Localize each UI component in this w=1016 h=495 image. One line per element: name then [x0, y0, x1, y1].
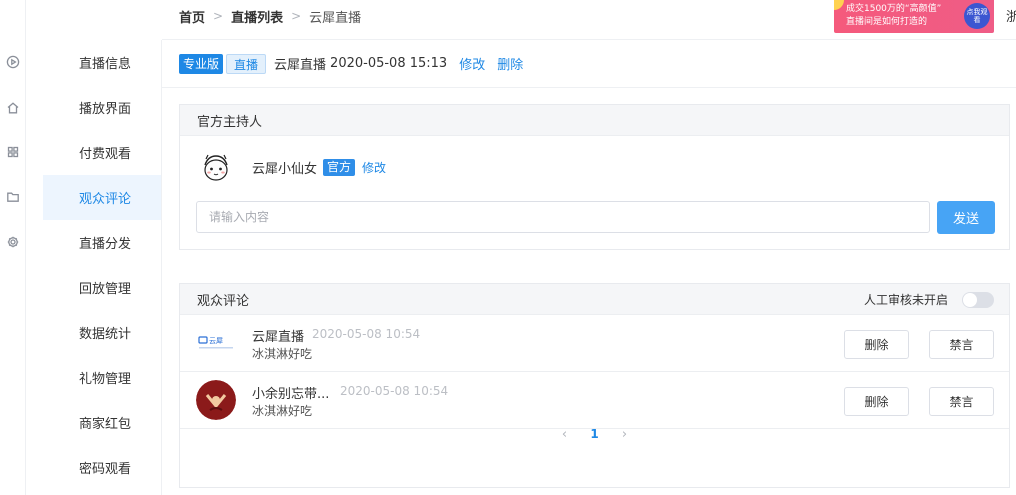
comment-input[interactable]	[196, 201, 930, 233]
promo-banner[interactable]: 成交1500万的“高颜值” 直播间是如何打造的 点我观看	[834, 0, 994, 33]
sidebar-item[interactable]: 播放界面	[43, 85, 161, 130]
host-panel-title: 官方主持人	[180, 105, 1009, 136]
live-title-bar: 专业版 直播 云犀直播 2020-05-08 15:13 修改 删除	[162, 40, 1016, 88]
sidebar-item[interactable]: 回放管理	[43, 265, 161, 310]
comment-avatar-yunxi: 云犀	[196, 323, 236, 363]
home-icon[interactable]	[6, 101, 20, 115]
edit-live-link[interactable]: 修改	[459, 54, 485, 73]
mute-user-button[interactable]: 禁言	[929, 330, 994, 359]
banner-line-2: 直播间是如何打造的	[846, 17, 928, 27]
comment-author: 云犀直播	[252, 330, 305, 345]
delete-live-link[interactable]: 删除	[497, 54, 523, 73]
live-name: 云犀直播	[274, 58, 327, 73]
banner-cta-button[interactable]: 点我观看	[964, 3, 990, 29]
toggle-knob	[963, 292, 977, 307]
topbar-cut-text: 浙	[1006, 10, 1016, 25]
comments-panel-title: 观众评论	[197, 293, 250, 309]
prev-page-icon[interactable]: ‹	[550, 427, 580, 442]
official-badge: 官方	[323, 158, 356, 176]
mute-user-button[interactable]: 禁言	[929, 387, 994, 416]
breadcrumb-live-list[interactable]: 直播列表	[231, 7, 283, 26]
host-avatar	[196, 147, 236, 187]
banner-line-1: 成交1500万的“高颜值”	[846, 4, 942, 14]
page-number-current[interactable]: 1	[580, 427, 610, 441]
folder-icon[interactable]	[6, 190, 20, 204]
sidebar-item[interactable]: 付费观看	[43, 130, 161, 175]
sidebar-item[interactable]: 密码观看	[43, 445, 161, 490]
play-circle-icon[interactable]	[6, 55, 20, 69]
sidebar-item[interactable]: 直播分发	[43, 220, 161, 265]
svg-text:云犀: 云犀	[209, 337, 223, 345]
comment-text: 冰淇淋好吃	[252, 404, 313, 418]
sidebar-item[interactable]: 礼物管理	[43, 355, 161, 400]
gear-icon[interactable]	[6, 235, 20, 249]
host-name: 云犀小仙女	[252, 161, 318, 177]
banner-decoration	[834, 0, 844, 10]
host-row: 云犀小仙女 官方 修改	[196, 145, 386, 189]
sidebar-item[interactable]: 观众评论	[43, 175, 161, 220]
send-button[interactable]: 发送	[937, 201, 995, 234]
icon-rail	[0, 0, 26, 495]
sidebar-item[interactable]: 商家红包	[43, 400, 161, 445]
sub-menu: 直播信息 播放界面 付费观看 观众评论 直播分发 回放管理 数据统计 礼物管理 商家红包 密码观看	[43, 40, 162, 495]
grid-icon[interactable]	[6, 145, 20, 159]
manual-review-toggle[interactable]	[962, 291, 994, 308]
comment-avatar-user	[196, 380, 236, 420]
chevron-right-icon: >	[291, 9, 302, 23]
live-tag: 直播	[226, 53, 267, 74]
pagination: ‹ 1 ›	[180, 419, 1009, 449]
comment-time: 2020-05-08 10:54	[340, 384, 449, 398]
chevron-right-icon: >	[213, 9, 224, 23]
live-datetime: 2020-05-08 15:13	[330, 56, 448, 71]
host-panel: 官方主持人 云犀小仙女 官方 修改 发送	[179, 104, 1010, 250]
edit-host-link[interactable]: 修改	[362, 159, 386, 176]
breadcrumb-home[interactable]: 首页	[179, 7, 205, 26]
comment-author: 小余别忘带...	[252, 387, 330, 402]
top-bar: 首页 > 直播列表 > 云犀直播 成交1500万的“高颜值” 直播间是如何打造的…	[162, 0, 1016, 40]
delete-comment-button[interactable]: 删除	[844, 387, 909, 416]
delete-comment-button[interactable]: 删除	[844, 330, 909, 359]
breadcrumb-current: 云犀直播	[309, 10, 362, 26]
comment-time: 2020-05-08 10:54	[312, 327, 421, 341]
manual-review-toggle-group: 人工审核未开启	[864, 291, 994, 308]
manual-review-label: 人工审核未开启	[863, 293, 948, 307]
sidebar-item[interactable]: 直播信息	[43, 40, 161, 85]
sidebar-item[interactable]: 数据统计	[43, 310, 161, 355]
comments-panel-head: 观众评论 人工审核未开启	[180, 284, 1009, 315]
next-page-icon[interactable]: ›	[610, 427, 640, 442]
comment-text: 冰淇淋好吃	[252, 347, 313, 361]
pro-edition-tag: 专业版	[179, 53, 224, 74]
comment-row: 云犀 云犀直播 2020-05-08 10:54 冰淇淋好吃 删除 禁言	[180, 315, 1009, 372]
comments-panel: 观众评论 人工审核未开启 云犀 云犀直播 2020-05-08 10:54 冰淇…	[179, 283, 1010, 488]
breadcrumb: 首页 > 直播列表 > 云犀直播	[179, 0, 361, 32]
